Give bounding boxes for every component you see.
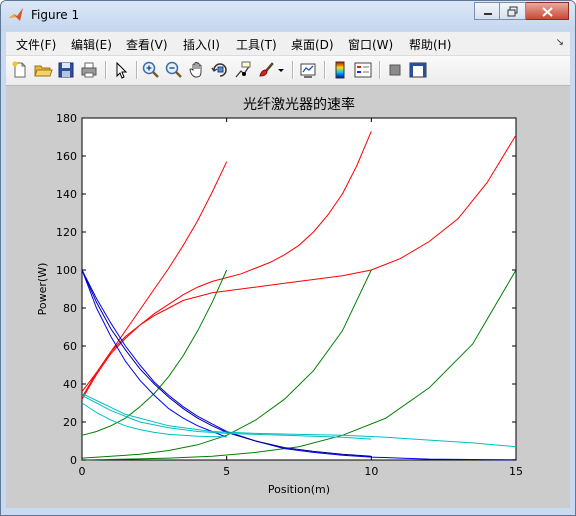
restore-icon: [507, 6, 518, 17]
matlab-logo-icon: [9, 8, 23, 21]
new-figure-button[interactable]: [10, 60, 30, 80]
y-tick-label: 0: [70, 454, 77, 467]
printer-icon: [81, 62, 97, 78]
chevron-down-icon: [278, 69, 284, 72]
menu-bar: 文件(F) 编辑(E) 查看(V) 插入(I) 工具(T) 桌面(D) 窗口(W…: [6, 32, 570, 56]
close-icon: [542, 7, 553, 17]
caption-buttons: [474, 2, 569, 20]
menu-insert[interactable]: 插入(I): [183, 36, 220, 53]
x-axis-label: Position(m): [268, 483, 330, 496]
brush-button[interactable]: [256, 60, 276, 80]
toolbar-separator: [136, 61, 138, 79]
figure-toolbar: [6, 56, 570, 86]
menu-file[interactable]: 文件(F): [16, 36, 56, 53]
minimize-icon: [484, 13, 492, 15]
y-tick-label: 160: [56, 150, 77, 163]
link-plot-button[interactable]: [298, 60, 318, 80]
y-tick-label: 20: [63, 416, 77, 429]
y-tick-label: 60: [63, 340, 77, 353]
brush-dropdown-button[interactable]: [276, 60, 286, 80]
colorbar-icon: [335, 61, 345, 79]
zoom-in-button[interactable]: [141, 60, 161, 80]
open-file-button[interactable]: [33, 60, 53, 80]
figure-window: Figure 1 文件(F) 编辑(E) 查看(V) 插入(I) 工具(T) 桌…: [0, 0, 576, 516]
zoom-out-button[interactable]: [164, 60, 184, 80]
data-cursor-button[interactable]: [233, 60, 253, 80]
save-button[interactable]: [56, 60, 76, 80]
menu-desktop[interactable]: 桌面(D): [291, 36, 334, 53]
toolbar-separator: [324, 61, 326, 79]
menu-view[interactable]: 查看(V): [126, 36, 168, 53]
rotate-3d-button[interactable]: [210, 60, 230, 80]
menu-edit[interactable]: 编辑(E): [71, 36, 112, 53]
x-tick-label: 15: [509, 465, 523, 478]
floppy-disk-icon: [58, 62, 74, 78]
hand-icon: [189, 62, 202, 78]
zoom-out-icon: [165, 61, 182, 78]
edit-plot-button[interactable]: [111, 60, 131, 80]
show-plot-tools-button[interactable]: [408, 60, 428, 80]
plot-figure: 0 5 10 15020406080100120140160180 光纤激光器的速率 …: [36, 96, 523, 496]
close-button[interactable]: [526, 2, 569, 20]
menu-help[interactable]: 帮助(H): [409, 36, 451, 53]
y-tick-label: 80: [63, 302, 77, 315]
legend-button[interactable]: [353, 60, 373, 80]
arrow-cursor-icon: [116, 61, 128, 79]
chart-title: 光纤激光器的速率: [243, 96, 355, 113]
y-tick-label: 40: [63, 378, 77, 391]
maximize-button[interactable]: [500, 2, 526, 20]
axes-box[interactable]: [81, 117, 517, 461]
x-tick-label: 5: [223, 465, 230, 478]
hide-plot-tools-button[interactable]: [385, 60, 405, 80]
y-axis-label: Power(W): [36, 263, 49, 316]
data-cursor-icon: [235, 61, 251, 78]
print-button[interactable]: [79, 60, 99, 80]
zoom-in-icon: [142, 61, 159, 78]
brush-icon: [259, 62, 274, 77]
y-tick-label: 100: [56, 264, 77, 277]
y-tick-label: 180: [56, 112, 77, 125]
toolbar-separator: [379, 61, 381, 79]
colorbar-button[interactable]: [330, 60, 350, 80]
menu-tools[interactable]: 工具(T): [236, 36, 277, 53]
y-tick-label: 120: [56, 226, 77, 239]
show-tools-icon: [409, 62, 427, 78]
folder-open-icon: [34, 65, 53, 77]
x-tick-label: 10: [364, 465, 378, 478]
figure-canvas: 0 5 10 15 0 20 40 60 80 100 120 140 160 180 光纤激光器的速率 …: [6, 86, 570, 508]
toolbar-separator: [292, 61, 294, 79]
link-plot-icon: [300, 63, 316, 78]
dock-arrow-icon[interactable]: ↘: [556, 37, 564, 48]
pan-button[interactable]: [187, 60, 207, 80]
y-tick-label: 140: [56, 188, 77, 201]
x-tick-label: 0: [79, 465, 86, 478]
menu-window[interactable]: 窗口(W): [348, 36, 393, 53]
new-file-icon: [12, 61, 26, 78]
title-bar[interactable]: Figure 1: [1, 1, 575, 31]
hide-tools-icon: [389, 64, 401, 76]
window-title: Figure 1: [31, 8, 80, 22]
toolbar-separator: [105, 61, 107, 79]
legend-icon: [354, 62, 372, 78]
minimize-button[interactable]: [474, 2, 500, 20]
rotate-3d-icon: [211, 63, 227, 77]
